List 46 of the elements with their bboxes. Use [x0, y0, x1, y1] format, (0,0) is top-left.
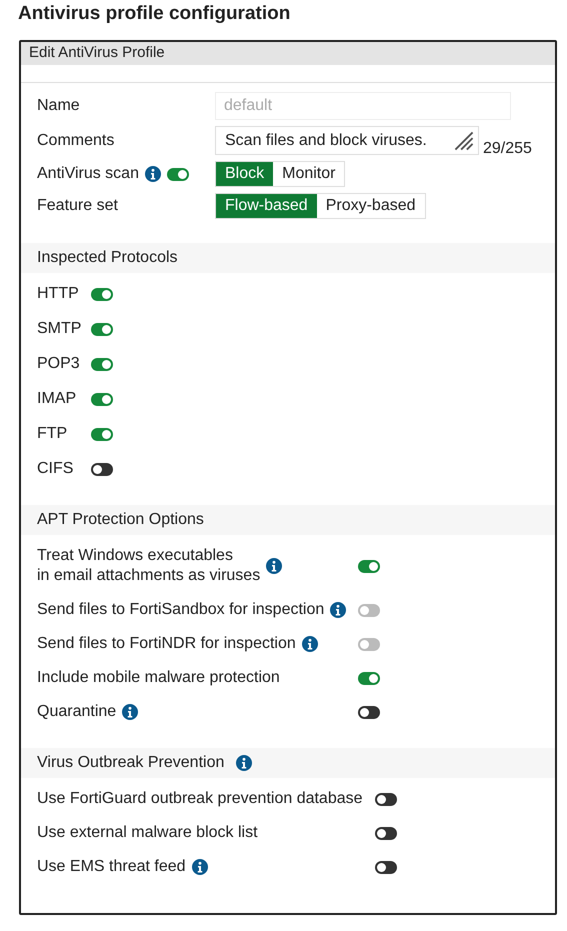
info-icon[interactable]	[122, 704, 138, 720]
info-icon[interactable]	[266, 558, 282, 574]
page-title: Antivirus profile configuration	[18, 3, 290, 25]
toggle-switch[interactable]	[358, 672, 380, 684]
info-icon[interactable]	[144, 166, 161, 182]
toggle-switch[interactable]	[358, 706, 380, 718]
toggle-switch[interactable]	[91, 392, 114, 406]
field-label: AntiVirus scan	[37, 165, 139, 183]
option-label: Quarantine	[37, 702, 116, 722]
toggle-switch[interactable]	[166, 168, 189, 180]
option-label: Use FortiGuard outbreak prevention database	[37, 789, 363, 809]
segment-option[interactable]: Flow-based	[216, 194, 317, 218]
comments-field[interactable]: Scan files and block viruses.	[215, 126, 479, 155]
section-title: Inspected Protocols	[37, 249, 178, 267]
section-title: Virus Outbreak Prevention	[37, 754, 224, 772]
resize-grip-icon[interactable]	[454, 130, 474, 150]
toggle-switch[interactable]	[91, 462, 114, 476]
toggle-switch[interactable]	[91, 358, 114, 370]
option-label: FTP	[37, 424, 68, 444]
field-label: Name	[37, 97, 80, 115]
toggle-switch[interactable]	[374, 792, 397, 806]
toggle-switch[interactable]	[358, 560, 380, 572]
toggle-switch[interactable]	[374, 826, 397, 840]
option-label: POP3	[37, 354, 80, 374]
option-label: HTTP	[37, 284, 79, 304]
name-field[interactable]: default	[215, 92, 511, 120]
section-title: APT Protection Options	[37, 511, 204, 529]
info-icon[interactable]	[236, 755, 252, 771]
option-label: Treat Windows executables in email attachments as viruses	[37, 546, 260, 586]
option-label: IMAP	[37, 389, 76, 409]
option-label: Send files to FortiSandbox for inspection	[37, 600, 324, 620]
field-label: Feature set	[37, 197, 118, 215]
toggle-switch[interactable]	[91, 288, 114, 300]
toggle-switch[interactable]	[374, 860, 397, 874]
toggle-switch[interactable]	[91, 428, 114, 440]
option-label: Use external malware block list	[37, 823, 258, 843]
field-label: Comments	[37, 132, 114, 150]
option-label: Send files to FortiNDR for inspection	[37, 634, 296, 654]
segment-option[interactable]: Block	[216, 162, 274, 186]
option-label: Use EMS threat feed	[37, 857, 186, 877]
character-counter: 29/255	[483, 140, 532, 158]
option-label: SMTP	[37, 319, 82, 339]
option-label: CIFS	[37, 459, 74, 479]
info-icon[interactable]	[192, 859, 208, 875]
toggle-switch[interactable]	[91, 322, 114, 336]
option-label: Include mobile malware protection	[37, 668, 280, 688]
